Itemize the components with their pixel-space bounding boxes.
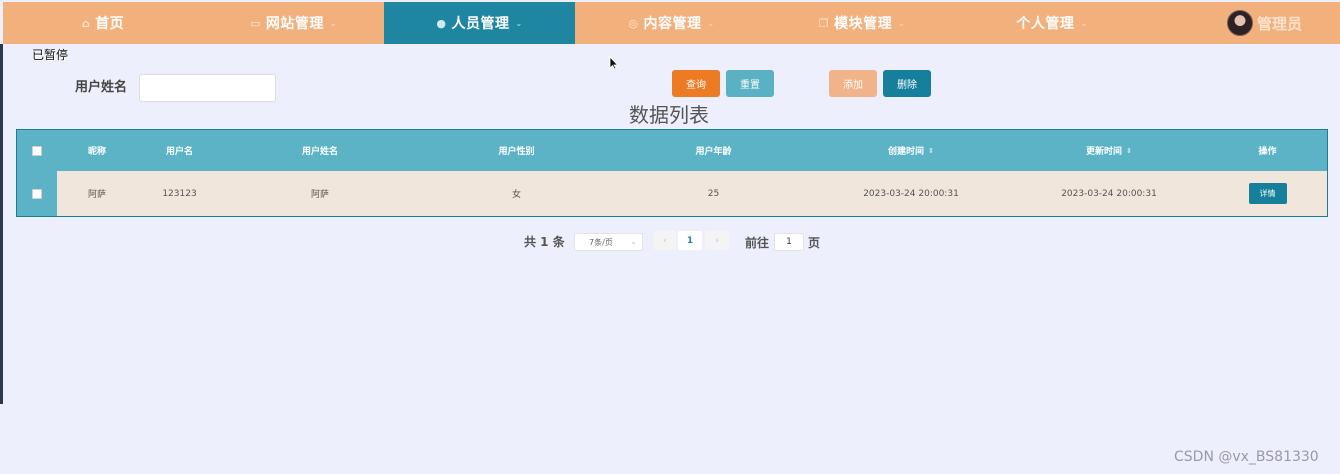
cell-actions: 详情 [1208,183,1327,204]
column-header-nickname[interactable]: 昵称 [57,144,137,157]
chevron-down-icon: ⌄ [898,18,906,28]
cell-username: 123123 [162,188,197,199]
nav-item-site-management[interactable]: ▭ 网站管理 ⌄ [203,2,384,44]
column-header-label: 创建时间 [888,147,925,157]
cell-nickname: 阿萨 [87,190,106,200]
cell-updated: 2023-03-24 20:00:31 [1061,188,1157,199]
chevron-down-icon: ⌄ [707,18,715,28]
column-header-realname[interactable]: 用户姓名 [222,144,418,157]
mouse-cursor-icon [609,56,619,70]
column-header-label: 更新时间 [1086,147,1123,157]
detail-button[interactable]: 详情 [1248,183,1287,204]
data-table: 昵称 用户名 用户姓名 用户性别 用户年龄 创建时间 ⇕ 更新时间 ⇕ 操作 阿萨 … [16,129,1328,217]
sort-icon[interactable]: ⇕ [1126,148,1132,155]
nav-item-label: 首页 [95,16,125,32]
table-row: 阿萨 123123 阿萨 女 25 2023-03-24 20:00:31 20… [17,171,1327,216]
column-header-updated[interactable]: 更新时间 ⇕ [1010,144,1208,157]
delete-button[interactable]: 删除 [883,70,931,97]
nav-item-module-management[interactable]: ❐ 模块管理 ⌄ [768,2,956,44]
chevron-down-icon: ⌄ [515,18,523,28]
select-all-cell [17,130,57,171]
watermark-text: CSDN @vx_BS81330 [1174,449,1319,465]
nav-item-label: 人员管理 [451,16,510,32]
chevron-down-icon: ⌄ [329,18,338,28]
cell-realname: 阿萨 [310,190,329,200]
row-select-cell [17,171,57,216]
module-icon: ❐ [818,16,830,30]
table-header: 昵称 用户名 用户姓名 用户性别 用户年龄 创建时间 ⇕ 更新时间 ⇕ 操作 [17,130,1327,171]
nav-item-home[interactable]: ⌂ 首页 [3,2,203,44]
cell-created: 2023-03-24 20:00:31 [863,188,959,199]
chevron-down-icon: ⌄ [630,237,637,246]
column-header-actions: 操作 [1258,147,1277,157]
query-button[interactable]: 查询 [672,70,720,97]
column-header-gender[interactable]: 用户性别 [418,144,615,157]
user-menu[interactable]: 管理员 [1226,2,1302,44]
nav-item-personal-management[interactable]: 个人管理 ⌄ [956,2,1148,44]
user-name: 管理员 [1256,14,1302,33]
page-number-1[interactable]: 1 [678,231,702,250]
pagination-total: 共 1 条 [524,235,565,249]
select-all-checkbox[interactable] [32,145,42,156]
reset-button[interactable]: 重置 [726,70,774,97]
search-label: 用户姓名 [75,80,128,95]
goto-page-input[interactable]: 1 [774,233,804,251]
page-size-select[interactable]: 7条/页 ⌄ [574,233,643,251]
user-icon: ● [436,16,447,30]
nav-item-label: 内容管理 [643,16,702,32]
top-navigation: ⌂ 首页 ▭ 网站管理 ⌄ ● 人员管理 ⌄ ◎ 内容管理 ⌄ ❐ 模块管理 ⌄… [3,2,1340,44]
column-header-created[interactable]: 创建时间 ⇕ [812,144,1010,157]
list-title: 数据列表 [629,103,709,127]
goto-unit-label: 页 [808,236,821,250]
row-checkbox[interactable] [32,188,42,199]
cell-gender: 女 [511,190,521,200]
column-header-username[interactable]: 用户名 [137,144,222,157]
monitor-icon: ▭ [249,16,261,30]
goto-label: 前往 [745,236,770,250]
nav-item-label: 个人管理 [1016,16,1075,32]
home-icon: ⌂ [81,16,91,30]
left-edge-bar [0,44,3,404]
avatar [1226,10,1253,36]
page-size-value: 7条/页 [589,237,613,247]
nav-item-label: 模块管理 [834,16,893,32]
settings-icon: ◎ [628,16,639,30]
column-header-age[interactable]: 用户年龄 [615,144,812,157]
add-button[interactable]: 添加 [829,70,877,97]
next-page-button[interactable]: › [705,231,729,250]
nav-item-personnel-management[interactable]: ● 人员管理 ⌄ [384,2,575,44]
prev-page-button[interactable]: ‹ [654,231,676,250]
paused-overlay-text: 已暂停 [32,48,69,62]
nav-item-content-management[interactable]: ◎ 内容管理 ⌄ [575,2,768,44]
sort-icon[interactable]: ⇕ [928,148,934,155]
cell-age: 25 [707,188,720,199]
chevron-down-icon: ⌄ [1080,18,1088,28]
nav-item-label: 网站管理 [265,16,324,32]
username-search-input[interactable] [139,74,276,102]
